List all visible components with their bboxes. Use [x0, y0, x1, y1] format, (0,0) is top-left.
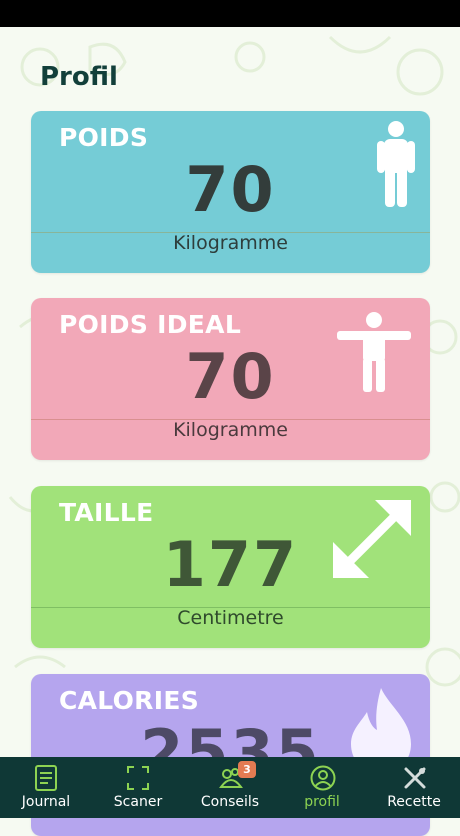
card-unit: Kilogramme [173, 232, 288, 254]
card-label: POIDS [59, 123, 149, 152]
profile-icon [310, 765, 336, 791]
nav-label: profil [304, 794, 340, 810]
nav-label: Conseils [200, 794, 260, 810]
notification-badge: 3 [238, 761, 256, 778]
fork-knife-icon [404, 767, 426, 789]
weight-card[interactable]: POIDS 70 Kilogramme [31, 111, 430, 273]
card-value: 70 [185, 153, 276, 226]
nav-scaner[interactable]: Scaner [92, 757, 184, 818]
bottom-nav: Journal Scaner 3 Conseils profil Recette [0, 757, 460, 818]
card-label: POIDS IDEAL [59, 310, 242, 339]
status-bar [0, 0, 460, 27]
nav-conseils[interactable]: 3 Conseils [184, 757, 276, 818]
nav-journal[interactable]: Journal [0, 757, 92, 818]
card-unit: Kilogramme [173, 419, 288, 441]
ideal-weight-card[interactable]: POIDS IDEAL 70 Kilogramme [31, 298, 430, 460]
page-title: Profil [40, 62, 118, 92]
person-arms-out-icon [337, 312, 411, 392]
scan-icon [127, 766, 149, 790]
nav-label: Scaner [113, 794, 163, 810]
card-label: TAILLE [59, 498, 154, 527]
height-card[interactable]: TAILLE 177 Centimetre [31, 486, 430, 648]
card-unit: Centimetre [177, 607, 284, 629]
nav-label: Recette [387, 794, 441, 810]
nav-label: Journal [21, 794, 71, 810]
nav-recette[interactable]: Recette [368, 757, 460, 818]
diagonal-arrows-icon [333, 500, 411, 578]
nav-profil[interactable]: profil [276, 757, 368, 818]
person-standing-icon [377, 121, 415, 207]
card-label: CALORIES [59, 686, 200, 715]
journal-icon [35, 765, 57, 791]
